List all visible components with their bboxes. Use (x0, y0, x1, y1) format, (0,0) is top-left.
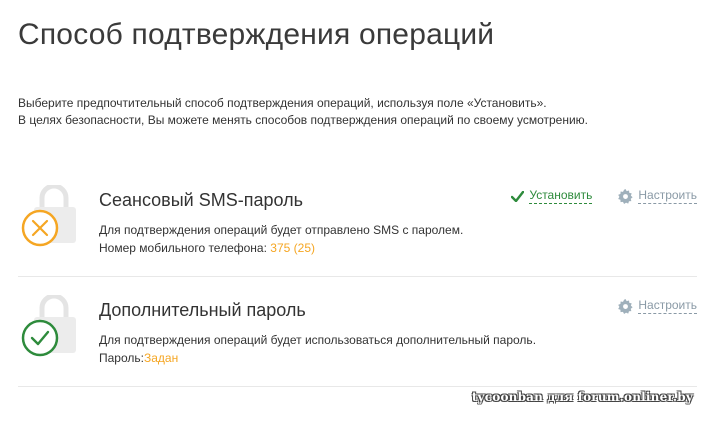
method-sms-password: Сеансовый SMS-пароль Для подтверждения о… (18, 185, 697, 285)
divider (18, 386, 697, 387)
page-title: Способ подтверждения операций (18, 18, 495, 51)
method-actions: Настроить (618, 298, 697, 314)
check-icon (511, 190, 525, 202)
method-description: Для подтверждения операций будет отправл… (99, 221, 463, 257)
phone-value: 375 (25) (270, 241, 315, 255)
method-description: Для подтверждения операций будет использ… (99, 331, 536, 367)
divider (18, 276, 697, 277)
method-desc-text: Для подтверждения операций будет отправл… (99, 223, 464, 237)
method-additional-password: Дополнительный пароль Для подтверждения … (18, 295, 697, 395)
configure-label: Настроить (638, 298, 697, 314)
intro-text: Выберите предпочтительный способ подтвер… (18, 95, 698, 129)
lock-check-icon (21, 295, 76, 357)
configure-label: Настроить (638, 188, 697, 204)
method-actions: Установить Настроить (511, 188, 697, 204)
method-title: Дополнительный пароль (99, 300, 306, 320)
configure-button[interactable]: Настроить (618, 298, 697, 314)
password-label: Пароль: (99, 351, 144, 365)
phone-label: Номер мобильного телефона: (99, 241, 267, 255)
intro-line-2: В целях безопасности, Вы можете менять с… (18, 113, 589, 127)
configure-button[interactable]: Настроить (618, 188, 697, 204)
method-desc-text: Для подтверждения операций будет использ… (99, 333, 537, 347)
method-title: Сеансовый SMS-пароль (99, 190, 303, 210)
install-label: Установить (529, 188, 593, 204)
gear-icon (618, 188, 633, 204)
intro-line-1: Выберите предпочтительный способ подтвер… (18, 96, 547, 110)
gear-icon (618, 298, 633, 314)
method-detail: Пароль:Задан (99, 349, 536, 367)
watermark: tycoonban для forum.onliner.by (471, 390, 693, 404)
method-detail: Номер мобильного телефона: 375 (25) (99, 239, 463, 257)
lock-x-icon (21, 185, 76, 247)
password-value: Задан (143, 351, 179, 365)
install-button[interactable]: Установить (511, 188, 593, 204)
